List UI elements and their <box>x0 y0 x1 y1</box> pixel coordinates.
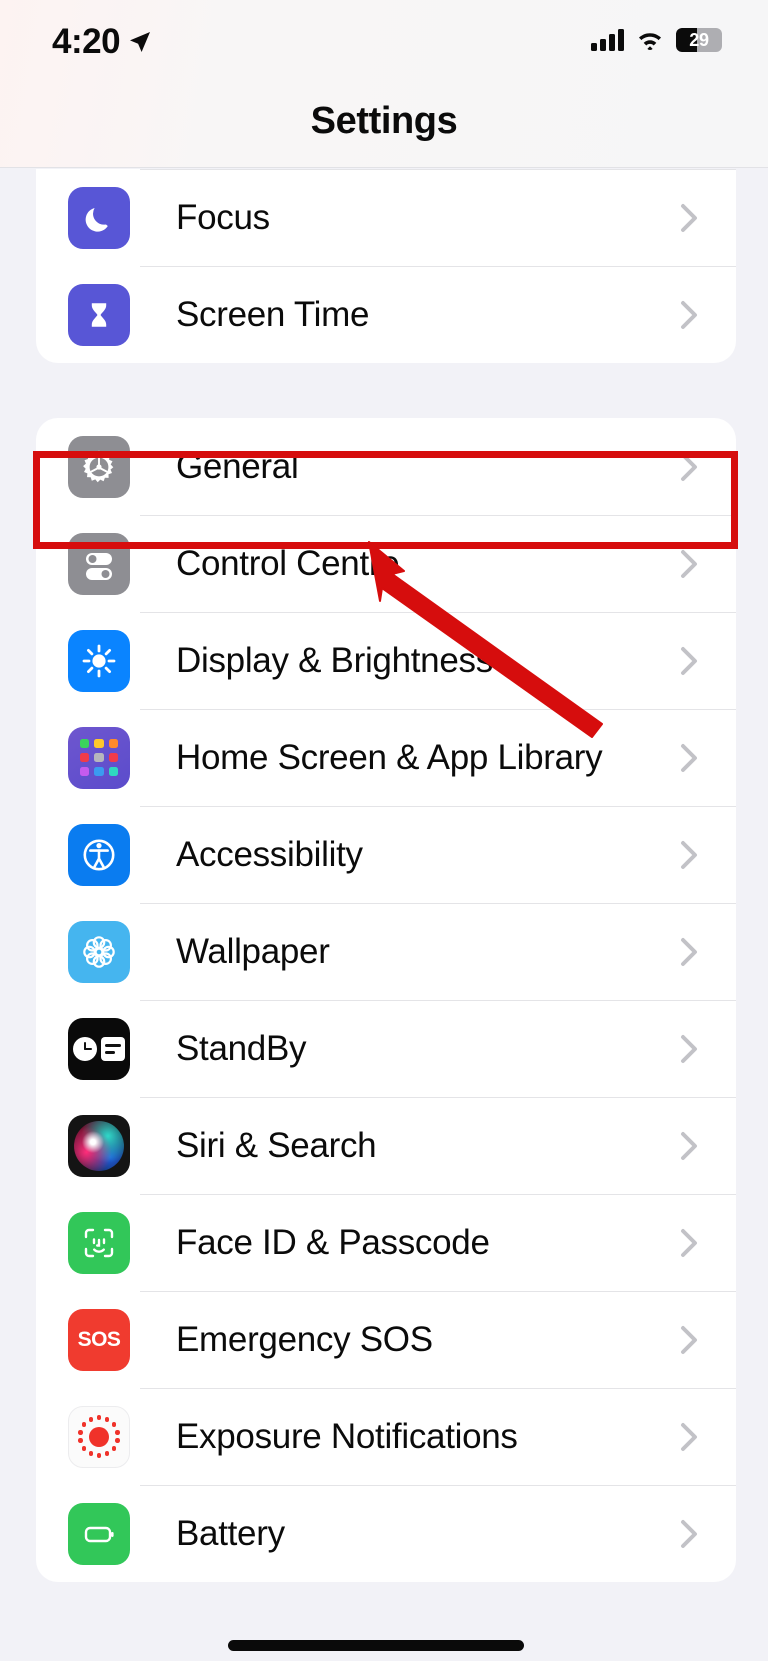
sidebar-item-label: General <box>176 446 299 486</box>
status-bar-right: 29 <box>591 28 722 52</box>
face-id-icon <box>68 1211 130 1274</box>
app-grid-icon <box>68 726 130 789</box>
sidebar-item-label: Siri & Search <box>176 1125 377 1165</box>
chevron-right-icon <box>681 937 697 966</box>
sidebar-item-label: Wallpaper <box>176 931 330 971</box>
wifi-icon <box>639 33 661 50</box>
iphone-settings-screen: 4:20 29 Settings Focus Screen Time Gener… <box>0 0 768 1661</box>
moon-icon <box>68 186 130 249</box>
battery-percent-label: 29 <box>689 29 709 50</box>
sidebar-item-label: Home Screen & App Library <box>176 737 603 777</box>
sidebar-item-display-brightness[interactable]: Display & Brightness <box>36 612 736 709</box>
sidebar-item-screen-time[interactable]: Screen Time <box>36 266 736 363</box>
status-bar-clock: 4:20 <box>52 22 121 61</box>
battery-green-icon <box>68 1502 130 1565</box>
sidebar-item-siri-search[interactable]: Siri & Search <box>36 1097 736 1194</box>
gear-icon <box>68 435 130 498</box>
sidebar-item-label: Accessibility <box>176 834 363 874</box>
standby-clock-icon <box>68 1017 130 1080</box>
chevron-right-icon <box>681 646 697 675</box>
chevron-right-icon <box>681 1131 697 1160</box>
status-bar: 4:20 29 Settings <box>0 0 768 168</box>
siri-orb-icon <box>68 1114 130 1177</box>
home-indicator <box>228 1640 524 1651</box>
sliders-icon <box>68 532 130 595</box>
battery-icon: 29 <box>676 28 722 52</box>
sidebar-item-focus[interactable]: Focus <box>36 169 736 266</box>
settings-scroll-view[interactable]: Focus Screen Time General Control Centre… <box>0 169 768 1661</box>
chevron-right-icon <box>681 203 697 232</box>
chevron-right-icon <box>681 1228 697 1257</box>
brightness-sun-icon <box>68 629 130 692</box>
settings-group-personal: Focus Screen Time <box>36 169 736 363</box>
location-arrow-icon <box>130 32 151 52</box>
sidebar-item-control-centre[interactable]: Control Centre <box>36 515 736 612</box>
sidebar-item-label: Emergency SOS <box>176 1319 433 1359</box>
exposure-dot-icon <box>68 1405 130 1468</box>
settings-group-system: General Control Centre Display & Brightn… <box>36 418 736 1582</box>
sidebar-item-label: Face ID & Passcode <box>176 1222 490 1262</box>
status-bar-left: 4:20 <box>52 22 152 62</box>
accessibility-person-icon <box>68 823 130 886</box>
cellular-bars-icon <box>591 29 624 51</box>
sidebar-item-label: Screen Time <box>176 294 370 334</box>
sidebar-item-face-id[interactable]: Face ID & Passcode <box>36 1194 736 1291</box>
chevron-right-icon <box>681 743 697 772</box>
flower-icon <box>68 920 130 983</box>
sidebar-item-home-screen[interactable]: Home Screen & App Library <box>36 709 736 806</box>
chevron-right-icon <box>681 1519 697 1548</box>
sidebar-item-label: Exposure Notifications <box>176 1416 518 1456</box>
sos-icon: SOS <box>68 1308 130 1371</box>
sidebar-item-exposure-notifications[interactable]: Exposure Notifications <box>36 1388 736 1485</box>
chevron-right-icon <box>681 1034 697 1063</box>
sidebar-item-wallpaper[interactable]: Wallpaper <box>36 903 736 1000</box>
chevron-right-icon <box>681 1325 697 1354</box>
chevron-right-icon <box>681 452 697 481</box>
sidebar-item-accessibility[interactable]: Accessibility <box>36 806 736 903</box>
sidebar-item-label: Battery <box>176 1513 285 1553</box>
sidebar-item-standby[interactable]: StandBy <box>36 1000 736 1097</box>
hourglass-icon <box>68 283 130 346</box>
sidebar-item-general[interactable]: General <box>36 418 736 515</box>
chevron-right-icon <box>681 300 697 329</box>
sidebar-item-label: Display & Brightness <box>176 640 493 680</box>
chevron-right-icon <box>681 1422 697 1451</box>
chevron-right-icon <box>681 840 697 869</box>
sidebar-item-label: Focus <box>176 197 270 237</box>
sidebar-item-emergency-sos[interactable]: SOS Emergency SOS <box>36 1291 736 1388</box>
sidebar-item-label: StandBy <box>176 1028 307 1068</box>
sidebar-item-label: Control Centre <box>176 543 400 583</box>
page-title: Settings <box>310 100 458 142</box>
chevron-right-icon <box>681 549 697 578</box>
sidebar-item-battery[interactable]: Battery <box>36 1485 736 1582</box>
